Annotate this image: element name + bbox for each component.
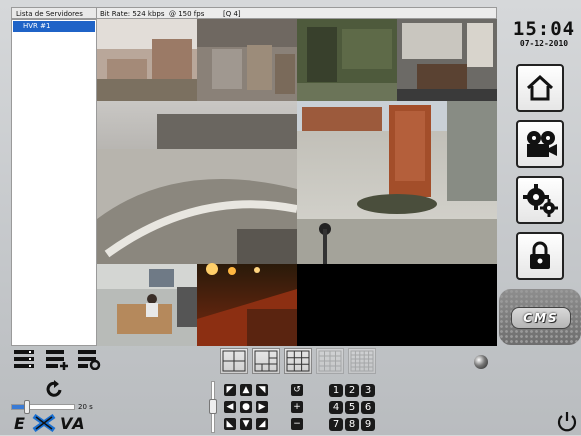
camera-6[interactable] [297, 101, 497, 264]
layout-1plus5-button[interactable] [252, 348, 280, 374]
exva-logo-mark: E VA [14, 413, 86, 433]
camera-button[interactable] [516, 120, 564, 168]
cms-logo: CMS [511, 307, 571, 329]
server-list-button[interactable] [13, 348, 37, 370]
lock-button[interactable] [516, 232, 564, 280]
ptz-down-button[interactable]: ▼ [240, 418, 252, 430]
camera-2[interactable] [197, 19, 297, 101]
lock-icon [530, 241, 550, 269]
layout-5x5-button[interactable] [348, 348, 376, 374]
keypad-6[interactable]: 6 [361, 401, 375, 414]
add-server-button[interactable] [45, 348, 69, 370]
keypad-7[interactable]: 7 [329, 418, 343, 431]
refresh-icon[interactable] [45, 380, 65, 398]
ptz-down-left-button[interactable]: ◣ [224, 418, 236, 430]
camera-3[interactable] [297, 19, 397, 101]
ptz-down-right-button[interactable]: ◢ [256, 418, 268, 430]
ptz-up-right-button[interactable]: ◥ [256, 384, 268, 396]
camera-5[interactable] [97, 101, 298, 264]
layout-1plus5-icon [254, 350, 278, 372]
layout-4x4-icon [318, 350, 342, 372]
zoom-in-button[interactable]: + [291, 401, 303, 413]
keypad-1[interactable]: 1 [329, 384, 343, 397]
server-list-header: Lista de Servidores [11, 7, 97, 19]
ptz-right-button[interactable]: ▶ [256, 401, 268, 413]
ptz-center-button[interactable]: ● [240, 401, 252, 413]
keypad-5[interactable]: 5 [345, 401, 359, 414]
layout-3x3-button[interactable] [284, 348, 312, 374]
keypad-4[interactable]: 4 [329, 401, 343, 414]
layout-2x2-button[interactable] [220, 348, 248, 374]
video-wall[interactable] [97, 19, 497, 346]
keypad-3[interactable]: 3 [361, 384, 375, 397]
clock-time: 15:04 [512, 18, 576, 40]
video-wall-canvas [97, 19, 497, 346]
timer-label: 20 s [78, 403, 93, 411]
exva-logo: E VA [14, 413, 114, 436]
server-item-hvr1[interactable]: HVR #1 [13, 21, 95, 32]
camera-9[interactable] [297, 264, 497, 346]
zoom-out-button[interactable]: − [291, 418, 303, 430]
camera-1[interactable] [97, 19, 197, 101]
layout-2x2-icon [222, 350, 246, 372]
timer-slider-thumb[interactable] [24, 400, 30, 414]
server-list[interactable]: HVR #1 [11, 19, 97, 346]
layout-5x5-icon [350, 350, 374, 372]
camera-8[interactable] [197, 263, 297, 346]
settings-button[interactable] [516, 176, 564, 224]
server-settings-button[interactable] [77, 348, 101, 370]
zoom-slider-thumb[interactable] [209, 399, 217, 414]
gears-icon [523, 184, 558, 217]
ptz-up-left-button[interactable]: ◤ [224, 384, 236, 396]
cms-badge: CMS [499, 289, 581, 345]
home-icon [526, 74, 554, 101]
status-led [474, 355, 488, 369]
layout-4x4-button[interactable] [316, 348, 344, 374]
keypad-8[interactable]: 8 [345, 418, 359, 431]
power-icon[interactable] [556, 410, 578, 432]
clock-date: 07-12-2010 [519, 39, 569, 48]
camera-7[interactable] [97, 264, 197, 346]
svg-text:VA: VA [60, 414, 86, 432]
ptz-rotate-button[interactable]: ↺ [291, 384, 303, 396]
layout-3x3-icon [286, 350, 310, 372]
home-button[interactable] [516, 64, 564, 112]
svg-text:E: E [14, 414, 26, 432]
keypad-2[interactable]: 2 [345, 384, 359, 397]
status-bar: Bit Rate: 524 kbps @ 150 fps [Q 4] [97, 7, 497, 19]
ptz-left-button[interactable]: ◀ [224, 401, 236, 413]
film-camera-icon [527, 131, 557, 157]
ptz-up-button[interactable]: ▲ [240, 384, 252, 396]
keypad-9[interactable]: 9 [361, 418, 375, 431]
camera-4[interactable] [397, 19, 497, 101]
